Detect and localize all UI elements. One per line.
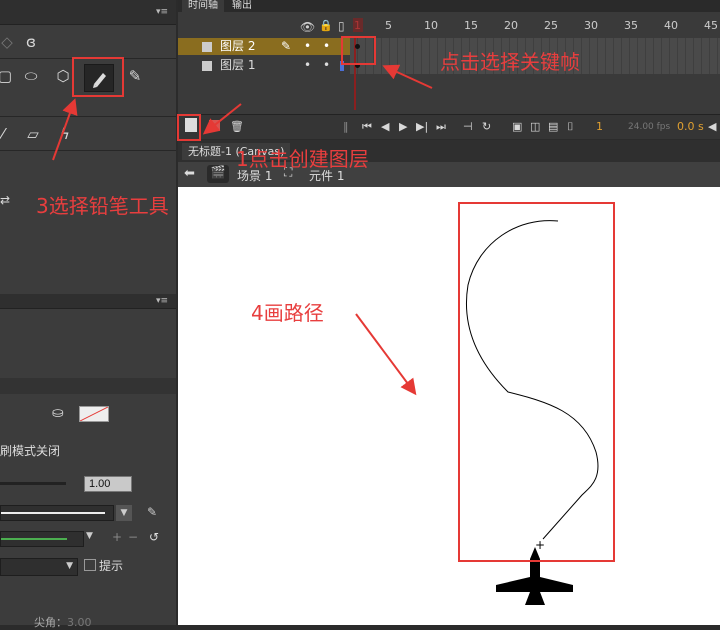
annotation-create-layer: 1点击创建图层: [236, 147, 369, 171]
annotation-select-keyframe: 点击选择关键帧: [440, 50, 580, 74]
annotation-select-pencil: 3选择铅笔工具: [36, 194, 169, 218]
annotation-arrows: [52, 64, 433, 396]
annotation-draw-path: 4画路径: [251, 301, 324, 325]
